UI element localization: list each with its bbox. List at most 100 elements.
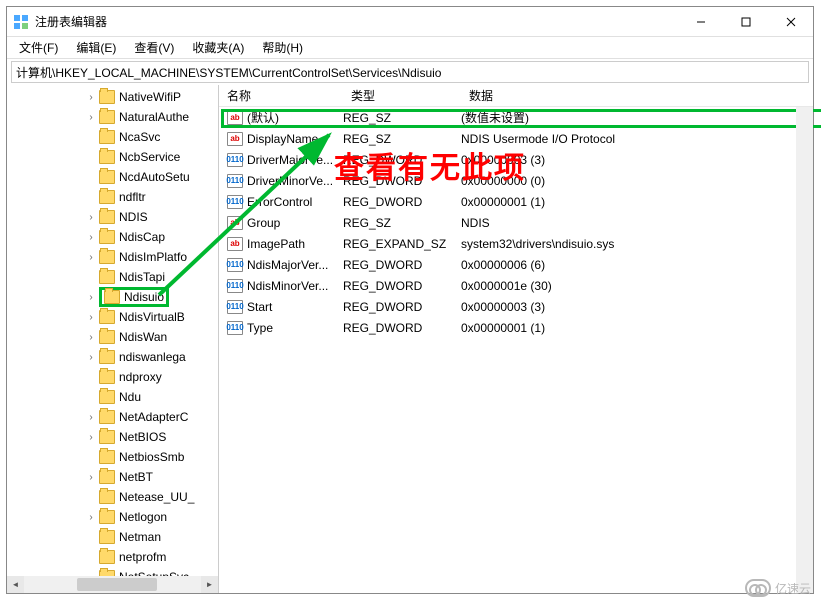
expand-icon[interactable]: › — [85, 292, 97, 303]
dword-value-icon: 0110 — [227, 279, 243, 293]
tree-item-label: NaturalAuthe — [119, 110, 189, 124]
vertical-scrollbar[interactable] — [796, 107, 813, 593]
tree-item[interactable]: ndfltr — [7, 187, 218, 207]
tree-item-label: Netlogon — [119, 510, 167, 524]
expand-icon[interactable]: › — [85, 312, 97, 323]
value-name: Group — [247, 216, 343, 230]
tree-item[interactable]: Ndu — [7, 387, 218, 407]
menu-item[interactable]: 收藏夹(A) — [184, 37, 252, 58]
tree-item-label: NetBIOS — [119, 430, 166, 444]
tree-item-label: Ndu — [119, 390, 141, 404]
tree-item[interactable]: › Netlogon — [7, 507, 218, 527]
expand-icon[interactable]: › — [85, 92, 97, 103]
folder-icon — [99, 390, 115, 404]
address-bar[interactable]: 计算机\HKEY_LOCAL_MACHINE\SYSTEM\CurrentCon… — [11, 61, 809, 83]
tree-item[interactable]: ›NativeWifiP — [7, 87, 218, 107]
scrollbar-thumb[interactable] — [77, 578, 157, 591]
expand-icon[interactable]: › — [85, 212, 97, 223]
tree-item[interactable]: ndproxy — [7, 367, 218, 387]
value-data: NDIS — [461, 216, 813, 230]
tree-item[interactable]: › Ndisuio — [7, 287, 218, 307]
expand-icon[interactable]: › — [85, 352, 97, 363]
tree-item[interactable]: NcdAutoSetu — [7, 167, 218, 187]
folder-icon — [99, 150, 115, 164]
column-header-type[interactable]: 类型 — [343, 87, 461, 104]
value-name: ImagePath — [247, 237, 343, 251]
expand-icon[interactable]: › — [85, 432, 97, 443]
value-row[interactable]: 0110DriverMinorVe...REG_DWORD0x00000000 … — [219, 170, 813, 191]
tree-item[interactable]: Netease_UU_ — [7, 487, 218, 507]
tree-item[interactable]: netprofm — [7, 547, 218, 567]
value-data: 0x00000003 (3) — [461, 300, 813, 314]
menu-item[interactable]: 查看(V) — [126, 37, 182, 58]
tree-item[interactable]: ›NdisImPlatfo — [7, 247, 218, 267]
value-row[interactable]: 0110TypeREG_DWORD0x00000001 (1) — [219, 317, 813, 338]
value-row[interactable]: abGroupREG_SZNDIS — [219, 212, 813, 233]
tree-item[interactable]: NcbService — [7, 147, 218, 167]
tree-item[interactable]: ›NdisWan — [7, 327, 218, 347]
tree-item[interactable]: NcaSvc — [7, 127, 218, 147]
tree-item-label: Ndisuio — [124, 290, 164, 304]
menu-item[interactable]: 文件(F) — [11, 37, 66, 58]
tree-item[interactable]: ›NdisCap — [7, 227, 218, 247]
expand-icon[interactable]: › — [85, 232, 97, 243]
expand-icon[interactable]: › — [85, 472, 97, 483]
column-header-data[interactable]: 数据 — [461, 87, 813, 104]
tree-panel[interactable]: ›NativeWifiP›NaturalAutheNcaSvcNcbServic… — [7, 85, 219, 593]
dword-value-icon: 0110 — [227, 300, 243, 314]
value-name: DriverMinorVe... — [247, 174, 343, 188]
tree-item[interactable]: NetbiosSmb — [7, 447, 218, 467]
watermark-icon — [745, 579, 771, 597]
close-button[interactable] — [768, 7, 813, 36]
scroll-left-button[interactable]: ◄ — [7, 576, 24, 593]
value-type: REG_DWORD — [343, 300, 461, 314]
menu-item[interactable]: 编辑(E) — [68, 37, 124, 58]
value-data: 0x00000000 (0) — [461, 174, 813, 188]
value-data: 0x0000001e (30) — [461, 279, 813, 293]
column-header-name[interactable]: 名称 — [219, 87, 343, 104]
value-row[interactable]: 0110NdisMinorVer...REG_DWORD0x0000001e (… — [219, 275, 813, 296]
tree-item[interactable]: › NetBT — [7, 467, 218, 487]
value-type: REG_DWORD — [343, 195, 461, 209]
tree-item[interactable]: ›NetAdapterC — [7, 407, 218, 427]
folder-icon — [99, 110, 115, 124]
value-row[interactable]: 0110ErrorControlREG_DWORD0x00000001 (1) — [219, 191, 813, 212]
tree-item-label: NcbService — [119, 150, 180, 164]
maximize-button[interactable] — [723, 7, 768, 36]
string-value-icon: ab — [227, 237, 243, 251]
tree-item[interactable]: NdisTapi — [7, 267, 218, 287]
folder-icon — [99, 410, 115, 424]
value-type: REG_SZ — [343, 132, 461, 146]
tree-item-label: NdisTapi — [119, 270, 165, 284]
expand-icon[interactable]: › — [85, 412, 97, 423]
tree-item[interactable]: › NaturalAuthe — [7, 107, 218, 127]
expand-icon[interactable]: › — [85, 512, 97, 523]
value-row[interactable]: abDisplayNameREG_SZNDIS Usermode I/O Pro… — [219, 128, 813, 149]
value-row[interactable]: abImagePathREG_EXPAND_SZsystem32\drivers… — [219, 233, 813, 254]
tree-item-label: NdisVirtualB — [119, 310, 185, 324]
tree-item[interactable]: ›ndiswanlega — [7, 347, 218, 367]
value-row[interactable]: 0110DriverMajorVe...REG_DWORD0x00000003 … — [219, 149, 813, 170]
tree-item-label: NetBT — [119, 470, 153, 484]
tree-item[interactable]: › NetBIOS — [7, 427, 218, 447]
menu-item[interactable]: 帮助(H) — [254, 37, 311, 58]
folder-icon — [99, 310, 115, 324]
horizontal-scrollbar[interactable]: ◄ ► — [7, 576, 218, 593]
expand-icon[interactable]: › — [85, 332, 97, 343]
app-icon — [13, 14, 29, 30]
scrollbar-track[interactable] — [24, 576, 201, 593]
value-type: REG_DWORD — [343, 174, 461, 188]
minimize-button[interactable] — [678, 7, 723, 36]
tree-item[interactable]: Netman — [7, 527, 218, 547]
tree-item[interactable]: › NdisVirtualB — [7, 307, 218, 327]
folder-icon — [99, 210, 115, 224]
value-type: REG_SZ — [343, 216, 461, 230]
expand-icon[interactable]: › — [85, 252, 97, 263]
folder-icon — [99, 530, 115, 544]
tree-item-label: NcdAutoSetu — [119, 170, 190, 184]
scroll-right-button[interactable]: ► — [201, 576, 218, 593]
value-row[interactable]: 0110NdisMajorVer...REG_DWORD0x00000006 (… — [219, 254, 813, 275]
value-row[interactable]: 0110StartREG_DWORD0x00000003 (3) — [219, 296, 813, 317]
tree-item[interactable]: ›NDIS — [7, 207, 218, 227]
expand-icon[interactable]: › — [85, 112, 97, 123]
